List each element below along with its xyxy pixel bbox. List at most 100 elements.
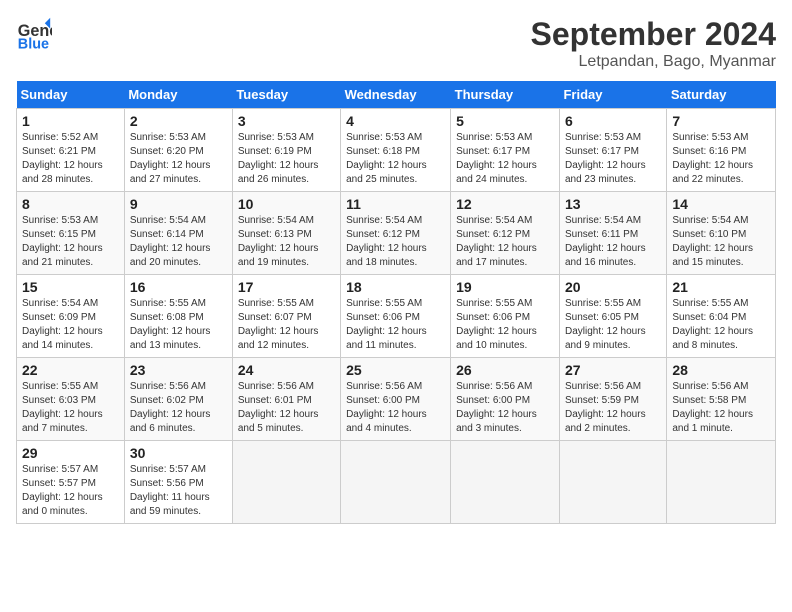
day-info: Sunrise: 5:53 AMSunset: 6:16 PMDaylight:… — [672, 132, 753, 185]
day-info: Sunrise: 5:55 AMSunset: 6:06 PMDaylight:… — [346, 298, 427, 351]
day-number: 11 — [346, 196, 445, 212]
day-cell-19: 19 Sunrise: 5:55 AMSunset: 6:06 PMDaylig… — [451, 275, 560, 358]
page-header: General Blue September 2024 Letpandan, B… — [16, 16, 776, 71]
day-cell-8: 8 Sunrise: 5:53 AMSunset: 6:15 PMDayligh… — [17, 192, 125, 275]
day-cell-12: 12 Sunrise: 5:54 AMSunset: 6:12 PMDaylig… — [451, 192, 560, 275]
title-area: September 2024 Letpandan, Bago, Myanmar — [531, 16, 776, 71]
day-cell-13: 13 Sunrise: 5:54 AMSunset: 6:11 PMDaylig… — [559, 192, 666, 275]
day-number: 29 — [22, 445, 119, 461]
day-info: Sunrise: 5:54 AMSunset: 6:09 PMDaylight:… — [22, 298, 103, 351]
day-info: Sunrise: 5:56 AMSunset: 6:00 PMDaylight:… — [346, 381, 427, 434]
empty-cell — [451, 441, 560, 524]
day-number: 5 — [456, 113, 554, 129]
day-cell-18: 18 Sunrise: 5:55 AMSunset: 6:06 PMDaylig… — [341, 275, 451, 358]
day-info: Sunrise: 5:57 AMSunset: 5:56 PMDaylight:… — [130, 464, 210, 517]
day-info: Sunrise: 5:54 AMSunset: 6:10 PMDaylight:… — [672, 215, 753, 268]
day-cell-5: 5 Sunrise: 5:53 AMSunset: 6:17 PMDayligh… — [451, 109, 560, 192]
day-number: 19 — [456, 279, 554, 295]
day-cell-11: 11 Sunrise: 5:54 AMSunset: 6:12 PMDaylig… — [341, 192, 451, 275]
day-number: 14 — [672, 196, 770, 212]
empty-cell — [667, 441, 776, 524]
day-number: 15 — [22, 279, 119, 295]
day-cell-16: 16 Sunrise: 5:55 AMSunset: 6:08 PMDaylig… — [124, 275, 232, 358]
logo: General Blue — [16, 16, 52, 52]
day-number: 23 — [130, 362, 227, 378]
day-info: Sunrise: 5:53 AMSunset: 6:17 PMDaylight:… — [565, 132, 646, 185]
week-row-2: 8 Sunrise: 5:53 AMSunset: 6:15 PMDayligh… — [17, 192, 776, 275]
day-cell-9: 9 Sunrise: 5:54 AMSunset: 6:14 PMDayligh… — [124, 192, 232, 275]
empty-cell — [232, 441, 340, 524]
month-title: September 2024 — [531, 16, 776, 53]
day-cell-28: 28 Sunrise: 5:56 AMSunset: 5:58 PMDaylig… — [667, 358, 776, 441]
day-info: Sunrise: 5:56 AMSunset: 5:58 PMDaylight:… — [672, 381, 753, 434]
day-number: 18 — [346, 279, 445, 295]
header-saturday: Saturday — [667, 81, 776, 109]
day-info: Sunrise: 5:53 AMSunset: 6:15 PMDaylight:… — [22, 215, 103, 268]
day-info: Sunrise: 5:55 AMSunset: 6:04 PMDaylight:… — [672, 298, 753, 351]
day-info: Sunrise: 5:56 AMSunset: 6:01 PMDaylight:… — [238, 381, 319, 434]
day-number: 1 — [22, 113, 119, 129]
day-number: 10 — [238, 196, 335, 212]
day-cell-6: 6 Sunrise: 5:53 AMSunset: 6:17 PMDayligh… — [559, 109, 666, 192]
day-info: Sunrise: 5:54 AMSunset: 6:13 PMDaylight:… — [238, 215, 319, 268]
day-info: Sunrise: 5:53 AMSunset: 6:20 PMDaylight:… — [130, 132, 211, 185]
day-info: Sunrise: 5:54 AMSunset: 6:12 PMDaylight:… — [456, 215, 537, 268]
empty-cell — [341, 441, 451, 524]
svg-text:Blue: Blue — [18, 36, 49, 52]
week-row-1: 1 Sunrise: 5:52 AMSunset: 6:21 PMDayligh… — [17, 109, 776, 192]
header-tuesday: Tuesday — [232, 81, 340, 109]
day-number: 25 — [346, 362, 445, 378]
day-info: Sunrise: 5:57 AMSunset: 5:57 PMDaylight:… — [22, 464, 103, 517]
day-info: Sunrise: 5:54 AMSunset: 6:11 PMDaylight:… — [565, 215, 646, 268]
day-cell-24: 24 Sunrise: 5:56 AMSunset: 6:01 PMDaylig… — [232, 358, 340, 441]
day-cell-29: 29 Sunrise: 5:57 AMSunset: 5:57 PMDaylig… — [17, 441, 125, 524]
header-wednesday: Wednesday — [341, 81, 451, 109]
day-info: Sunrise: 5:55 AMSunset: 6:07 PMDaylight:… — [238, 298, 319, 351]
day-cell-21: 21 Sunrise: 5:55 AMSunset: 6:04 PMDaylig… — [667, 275, 776, 358]
day-number: 4 — [346, 113, 445, 129]
empty-cell — [559, 441, 666, 524]
day-cell-27: 27 Sunrise: 5:56 AMSunset: 5:59 PMDaylig… — [559, 358, 666, 441]
location-title: Letpandan, Bago, Myanmar — [531, 53, 776, 71]
day-info: Sunrise: 5:53 AMSunset: 6:19 PMDaylight:… — [238, 132, 319, 185]
day-number: 8 — [22, 196, 119, 212]
day-number: 28 — [672, 362, 770, 378]
day-number: 9 — [130, 196, 227, 212]
day-info: Sunrise: 5:53 AMSunset: 6:17 PMDaylight:… — [456, 132, 537, 185]
day-cell-4: 4 Sunrise: 5:53 AMSunset: 6:18 PMDayligh… — [341, 109, 451, 192]
logo-icon: General Blue — [16, 16, 52, 52]
day-cell-20: 20 Sunrise: 5:55 AMSunset: 6:05 PMDaylig… — [559, 275, 666, 358]
day-number: 17 — [238, 279, 335, 295]
day-number: 12 — [456, 196, 554, 212]
day-number: 24 — [238, 362, 335, 378]
day-cell-26: 26 Sunrise: 5:56 AMSunset: 6:00 PMDaylig… — [451, 358, 560, 441]
day-number: 26 — [456, 362, 554, 378]
day-number: 22 — [22, 362, 119, 378]
day-cell-3: 3 Sunrise: 5:53 AMSunset: 6:19 PMDayligh… — [232, 109, 340, 192]
day-cell-23: 23 Sunrise: 5:56 AMSunset: 6:02 PMDaylig… — [124, 358, 232, 441]
day-cell-15: 15 Sunrise: 5:54 AMSunset: 6:09 PMDaylig… — [17, 275, 125, 358]
day-number: 21 — [672, 279, 770, 295]
day-cell-22: 22 Sunrise: 5:55 AMSunset: 6:03 PMDaylig… — [17, 358, 125, 441]
day-number: 3 — [238, 113, 335, 129]
day-info: Sunrise: 5:55 AMSunset: 6:03 PMDaylight:… — [22, 381, 103, 434]
day-cell-1: 1 Sunrise: 5:52 AMSunset: 6:21 PMDayligh… — [17, 109, 125, 192]
day-cell-2: 2 Sunrise: 5:53 AMSunset: 6:20 PMDayligh… — [124, 109, 232, 192]
day-cell-17: 17 Sunrise: 5:55 AMSunset: 6:07 PMDaylig… — [232, 275, 340, 358]
day-number: 30 — [130, 445, 227, 461]
week-row-4: 22 Sunrise: 5:55 AMSunset: 6:03 PMDaylig… — [17, 358, 776, 441]
day-number: 2 — [130, 113, 227, 129]
day-cell-7: 7 Sunrise: 5:53 AMSunset: 6:16 PMDayligh… — [667, 109, 776, 192]
day-info: Sunrise: 5:56 AMSunset: 5:59 PMDaylight:… — [565, 381, 646, 434]
day-number: 20 — [565, 279, 661, 295]
week-row-5: 29 Sunrise: 5:57 AMSunset: 5:57 PMDaylig… — [17, 441, 776, 524]
header-sunday: Sunday — [17, 81, 125, 109]
header-row: SundayMondayTuesdayWednesdayThursdayFrid… — [17, 81, 776, 109]
day-cell-30: 30 Sunrise: 5:57 AMSunset: 5:56 PMDaylig… — [124, 441, 232, 524]
day-cell-10: 10 Sunrise: 5:54 AMSunset: 6:13 PMDaylig… — [232, 192, 340, 275]
day-info: Sunrise: 5:55 AMSunset: 6:08 PMDaylight:… — [130, 298, 211, 351]
day-number: 6 — [565, 113, 661, 129]
day-info: Sunrise: 5:54 AMSunset: 6:12 PMDaylight:… — [346, 215, 427, 268]
day-info: Sunrise: 5:52 AMSunset: 6:21 PMDaylight:… — [22, 132, 103, 185]
header-monday: Monday — [124, 81, 232, 109]
